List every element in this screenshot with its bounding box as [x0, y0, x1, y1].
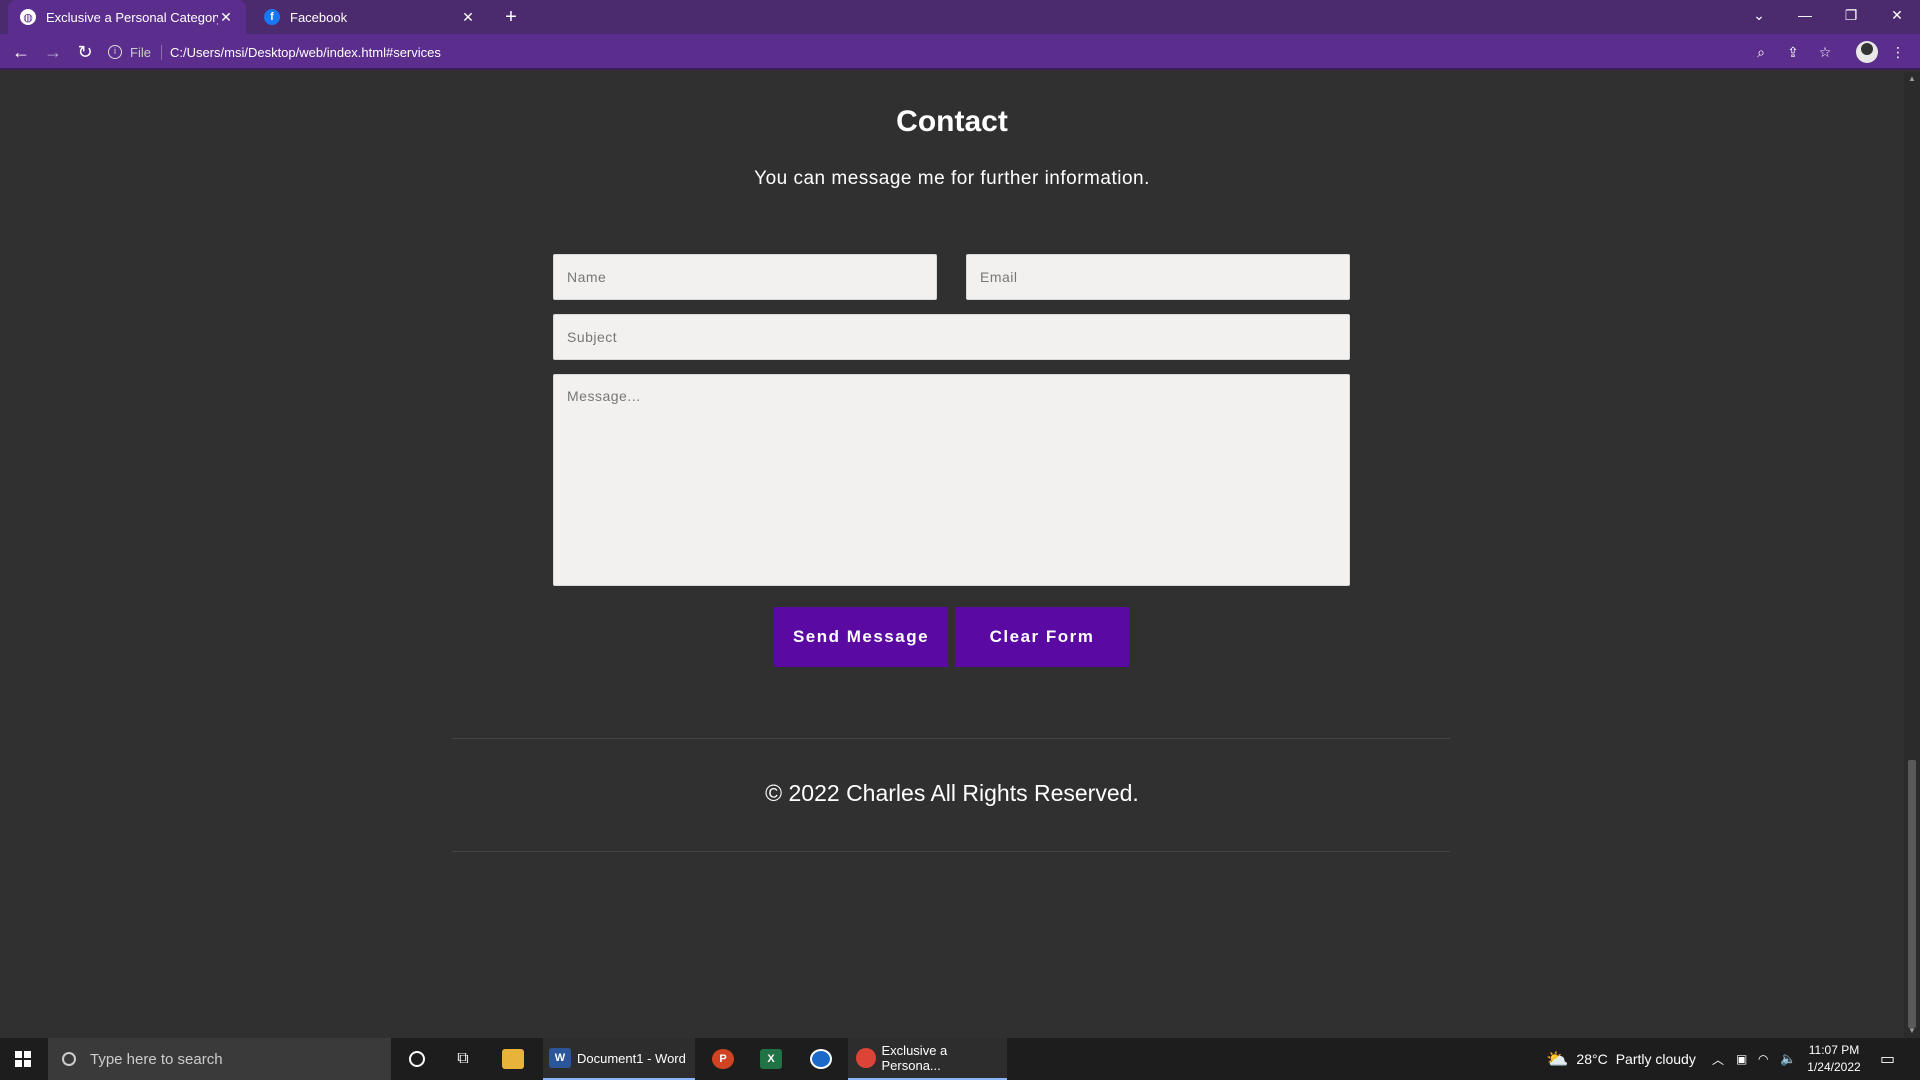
info-icon[interactable]: i	[108, 45, 122, 59]
bookmark-star-icon[interactable]: ☆	[1815, 42, 1835, 62]
scroll-down-arrow-icon[interactable]: ▼	[1904, 1024, 1920, 1038]
weather-widget[interactable]: ⛅ 28°C Partly cloudy	[1546, 1038, 1696, 1080]
taskbar-chrome-label: Exclusive a Persona...	[881, 1043, 948, 1073]
name-input[interactable]	[553, 254, 937, 300]
section-subtitle: You can message me for further informati…	[754, 168, 1150, 189]
tab-close-icon[interactable]: ✕	[218, 9, 234, 26]
tab-strip: ◍ Exclusive a Personal Category Bo ✕ f F…	[0, 0, 1920, 34]
weather-condition: Partly cloudy	[1615, 1051, 1696, 1067]
taskbar-app[interactable]	[798, 1038, 844, 1080]
zoom-icon[interactable]: ⌕	[1751, 42, 1771, 62]
new-tab-button[interactable]: +	[498, 4, 524, 30]
back-arrow-icon[interactable]: ←	[8, 39, 34, 65]
scroll-up-arrow-icon[interactable]: ▲	[1904, 72, 1920, 86]
section-heading: Contact	[896, 105, 1008, 138]
clock-time: 11:07 PM	[1808, 1043, 1860, 1057]
facebook-icon: f	[264, 9, 280, 25]
share-icon[interactable]: ⇪	[1783, 42, 1803, 62]
partly-cloudy-icon: ⛅	[1546, 1048, 1569, 1069]
page-scrollbar[interactable]: ▲ ▼	[1904, 72, 1920, 1038]
chrome-icon	[856, 1048, 876, 1068]
taskbar-powerpoint[interactable]: P	[700, 1038, 746, 1080]
cortana-circle-icon	[409, 1051, 425, 1067]
minimize-button[interactable]: —	[1782, 0, 1828, 30]
taskbar-search-placeholder: Type here to search	[90, 1050, 223, 1068]
windows-logo-icon	[15, 1051, 31, 1067]
scrollbar-thumb[interactable]	[1908, 760, 1916, 1028]
email-input[interactable]	[966, 254, 1350, 300]
footer-divider-top	[452, 738, 1450, 739]
forward-arrow-icon[interactable]: →	[40, 39, 66, 65]
globe-icon: ◍	[20, 9, 36, 25]
restore-button[interactable]: ❐	[1828, 0, 1874, 30]
windows-taskbar: Type here to search ⧉ W Document1 - Word…	[0, 1038, 1920, 1080]
menu-kebab-icon[interactable]: ⋮	[1888, 42, 1908, 62]
page-viewport: Contact You can message me for further i…	[0, 72, 1920, 1038]
taskbar-chrome[interactable]: Exclusive a Persona...	[848, 1038, 1007, 1080]
tab-search-chevron-icon[interactable]: ⌄	[1736, 0, 1782, 30]
search-icon	[62, 1052, 76, 1066]
meet-now-icon[interactable]: ▣	[1736, 1038, 1747, 1080]
address-bar[interactable]: i File C:/Users/msi/Desktop/web/index.ht…	[108, 37, 1788, 67]
taskbar-search[interactable]: Type here to search	[48, 1038, 391, 1080]
send-message-button[interactable]: Send Message	[774, 607, 948, 667]
task-view-button[interactable]: ⧉	[440, 1038, 486, 1080]
volume-icon[interactable]: 🔈	[1780, 1038, 1796, 1080]
close-window-button[interactable]: ✕	[1874, 0, 1920, 30]
subject-input[interactable]	[553, 314, 1350, 360]
task-view-icon: ⧉	[457, 1050, 469, 1067]
app-circle-icon	[810, 1049, 832, 1069]
folder-icon	[502, 1049, 524, 1069]
file-explorer-button[interactable]	[490, 1038, 536, 1080]
profile-avatar[interactable]	[1856, 41, 1878, 63]
powerpoint-icon: P	[712, 1049, 734, 1069]
network-icon[interactable]: ◠	[1758, 1038, 1768, 1080]
footer-divider-bottom	[452, 851, 1450, 852]
excel-icon: X	[760, 1049, 782, 1069]
address-url[interactable]: C:/Users/msi/Desktop/web/index.html#serv…	[170, 45, 441, 60]
clock-date: 1/24/2022	[1807, 1060, 1861, 1074]
message-textarea[interactable]	[553, 374, 1350, 586]
tab-title: Exclusive a Personal Category Bo	[46, 9, 218, 25]
tray-chevron-icon[interactable]: ︿	[1712, 1038, 1724, 1080]
taskbar-word-label: Document1 - Word	[577, 1050, 686, 1066]
footer-copyright: © 2022 Charles All Rights Reserved.	[765, 780, 1139, 806]
reload-icon[interactable]: ↻	[72, 39, 98, 65]
word-icon: W	[549, 1048, 571, 1068]
browser-toolbar: ← → ↻ i File C:/Users/msi/Desktop/web/in…	[0, 34, 1920, 70]
system-clock[interactable]: 11:07 PM 1/24/2022	[1802, 1042, 1866, 1076]
notification-icon[interactable]: ▭	[1880, 1038, 1895, 1080]
tab-facebook[interactable]: f Facebook ✕	[252, 0, 488, 34]
clear-form-button[interactable]: Clear Form	[955, 607, 1129, 667]
tab-exclusive-personal[interactable]: ◍ Exclusive a Personal Category Bo ✕	[8, 0, 246, 34]
tab-close-icon[interactable]: ✕	[460, 9, 476, 26]
weather-temp: 28°C	[1576, 1051, 1608, 1067]
taskbar-word[interactable]: W Document1 - Word	[543, 1038, 695, 1080]
tab-title: Facebook	[290, 9, 348, 25]
taskbar-excel[interactable]: X	[748, 1038, 794, 1080]
cortana-button[interactable]	[394, 1038, 440, 1080]
start-button[interactable]	[0, 1038, 46, 1080]
address-scheme: File	[130, 44, 162, 60]
